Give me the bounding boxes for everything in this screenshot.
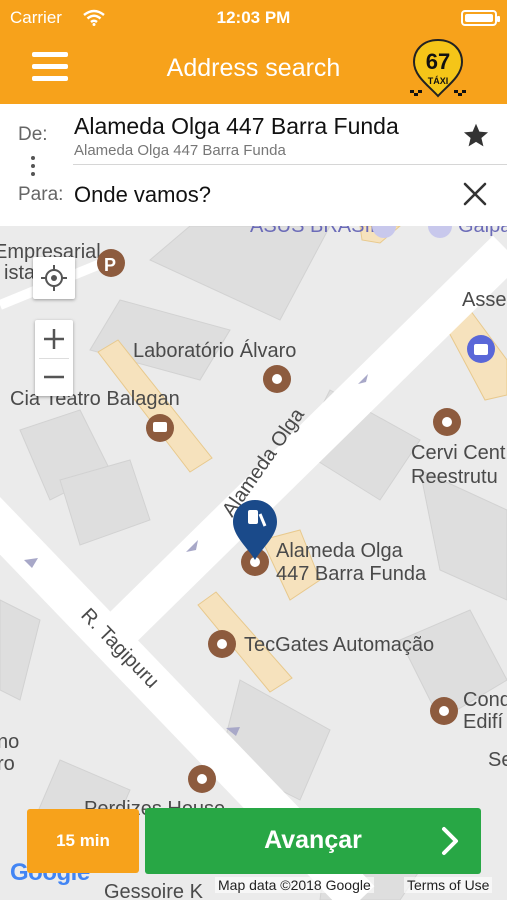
poi-label-asus: ASUS BRASIL (250, 226, 381, 237)
next-button[interactable]: Avançar (145, 808, 481, 874)
from-address-detail: Alameda Olga 447 Barra Funda (74, 142, 286, 159)
poi-label-edifi: Edifí (463, 711, 503, 733)
poi-label-reestrutu: Reestrutu (411, 466, 498, 488)
crosshair-icon (41, 265, 67, 291)
poi-label-tecgates: TecGates Automação (244, 634, 434, 656)
poi-label-gessoire: Gessoire K (104, 881, 204, 900)
zoom-out-button[interactable] (35, 358, 73, 396)
poi-marker-dot (272, 374, 282, 384)
poi-label-se: Se (488, 749, 507, 771)
zoom-in-button[interactable] (35, 320, 73, 358)
poi-label-galpa: Galpa (458, 226, 507, 237)
poi-label-cervi: Cervi Cent (411, 442, 506, 464)
poi-marker-dot (442, 417, 452, 427)
poi-marker-dot (197, 774, 207, 784)
clock: 12:03 PM (216, 8, 291, 27)
poi-label-assess: Assess (462, 289, 507, 311)
star-icon[interactable] (462, 122, 490, 149)
to-label: Para: (18, 184, 64, 205)
poi-label-cond: Cond (463, 689, 507, 711)
divider (73, 164, 507, 165)
destination-input[interactable]: Onde vamos? (74, 182, 211, 208)
parking-letter: P (104, 255, 116, 275)
status-bar: Carrier 12:03 PM (0, 0, 507, 36)
poi-label-ro: ro (0, 753, 15, 775)
my-location-button[interactable] (33, 257, 75, 299)
poi-label-selected-line2: 447 Barra Funda (276, 563, 427, 585)
from-address-field[interactable]: Alameda Olga 447 Barra Funda (74, 113, 399, 140)
poi-label-laboratorio: Laboratório Álvaro (133, 339, 296, 362)
poi-label-ista: ista (4, 262, 36, 284)
poi-marker-dot (439, 706, 449, 716)
minus-icon (44, 375, 64, 379)
chevron-right-icon (442, 827, 458, 855)
map-attribution: Map data ©2018 Google (215, 877, 374, 893)
logo-word: TÁXI (428, 76, 449, 86)
poi-label-selected-line1: Alameda Olga (276, 540, 404, 562)
next-button-label: Avançar (264, 826, 362, 854)
route-dots-icon (30, 156, 36, 178)
map-view[interactable]: Alameda Olga R. Tagipuru Laboratório Álv… (0, 226, 507, 900)
taxi-67-logo: 67 TÁXI (410, 38, 466, 98)
shopping-bag-icon-shape (474, 344, 488, 355)
logo-number: 67 (426, 49, 450, 74)
plus-icon (44, 329, 64, 349)
close-icon[interactable] (463, 182, 487, 206)
zoom-control (35, 320, 73, 396)
from-label: De: (18, 124, 48, 145)
terms-link[interactable]: Terms of Use (404, 877, 493, 893)
eta-badge: 15 min (27, 809, 139, 873)
poi-marker-dot (217, 639, 227, 649)
theater-icon-shape (153, 422, 167, 432)
poi-label-no: no (0, 731, 19, 753)
battery-icon (461, 10, 500, 26)
